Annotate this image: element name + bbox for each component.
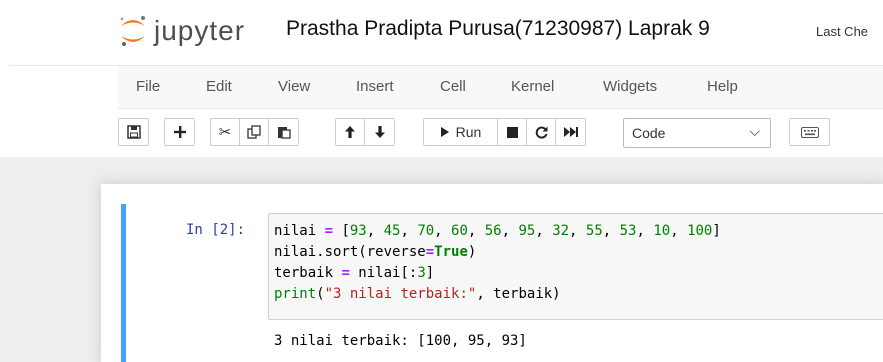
arrow-down-icon bbox=[374, 126, 385, 138]
copy-icon bbox=[247, 125, 261, 139]
notebook-title[interactable]: Prastha Pradipta Purusa(71230987) Laprak… bbox=[286, 17, 710, 41]
insert-cell-button[interactable] bbox=[164, 118, 195, 146]
paste-button[interactable] bbox=[268, 118, 299, 146]
scissors-icon: ✂ bbox=[218, 124, 232, 141]
paste-icon bbox=[277, 127, 291, 139]
code-line-1: nilai = [93, 45, 70, 60, 56, 95, 32, 55,… bbox=[274, 223, 721, 239]
run-all-button[interactable] bbox=[555, 118, 586, 146]
cut-button[interactable]: ✂ bbox=[210, 118, 240, 146]
menubar: File Edit View Insert Cell Kernel Widget… bbox=[118, 66, 883, 109]
restart-icon bbox=[535, 126, 547, 138]
arrow-up-icon bbox=[345, 126, 355, 138]
last-checkpoint: Last Che bbox=[816, 24, 869, 39]
code-line-4: print("3 nilai terbaik:", terbaik) bbox=[274, 286, 561, 302]
fast-forward-icon bbox=[563, 127, 578, 137]
save-icon bbox=[126, 125, 141, 139]
run-icon bbox=[440, 127, 449, 137]
code-line-2: nilai.sort(reverse=True) bbox=[274, 244, 477, 260]
interrupt-button[interactable] bbox=[497, 118, 527, 146]
restart-button[interactable] bbox=[526, 118, 556, 146]
chevron-down-icon: ⌵ bbox=[749, 123, 760, 139]
run-label: Run bbox=[455, 124, 482, 140]
save-button[interactable] bbox=[118, 118, 149, 146]
code-editor[interactable]: nilai = [93, 45, 70, 60, 56, 95, 32, 55,… bbox=[274, 221, 721, 305]
command-palette-button[interactable] bbox=[789, 118, 830, 146]
menu-widgets[interactable]: Widgets bbox=[603, 78, 657, 95]
plus-icon bbox=[173, 126, 186, 138]
move-down-button[interactable] bbox=[364, 118, 395, 146]
input-prompt: In [2]: bbox=[186, 222, 246, 238]
run-button[interactable]: Run bbox=[423, 118, 498, 146]
cell-output: 3 nilai terbaik: [100, 95, 93] bbox=[274, 333, 527, 349]
keyboard-icon bbox=[800, 126, 819, 138]
move-up-button[interactable] bbox=[335, 118, 365, 146]
menu-insert[interactable]: Insert bbox=[356, 78, 394, 95]
menu-cell[interactable]: Cell bbox=[440, 78, 466, 95]
menu-kernel[interactable]: Kernel bbox=[511, 78, 554, 95]
menu-edit[interactable]: Edit bbox=[206, 78, 232, 95]
code-line-3: terbaik = nilai[:3] bbox=[274, 265, 435, 281]
copy-button[interactable] bbox=[239, 118, 269, 146]
menu-file[interactable]: File bbox=[136, 78, 160, 95]
jupyter-logo[interactable]: jupyter bbox=[118, 14, 245, 48]
selected-cell-indicator bbox=[121, 204, 126, 362]
cell-type-select[interactable]: Code ⌵ bbox=[623, 118, 771, 148]
jupyter-logo-icon bbox=[120, 16, 145, 46]
cell-type-value: Code bbox=[632, 125, 666, 141]
stop-icon bbox=[506, 126, 518, 138]
menu-view[interactable]: View bbox=[278, 78, 310, 95]
menu-help[interactable]: Help bbox=[707, 78, 738, 95]
jupyter-logo-text: jupyter bbox=[154, 15, 246, 46]
